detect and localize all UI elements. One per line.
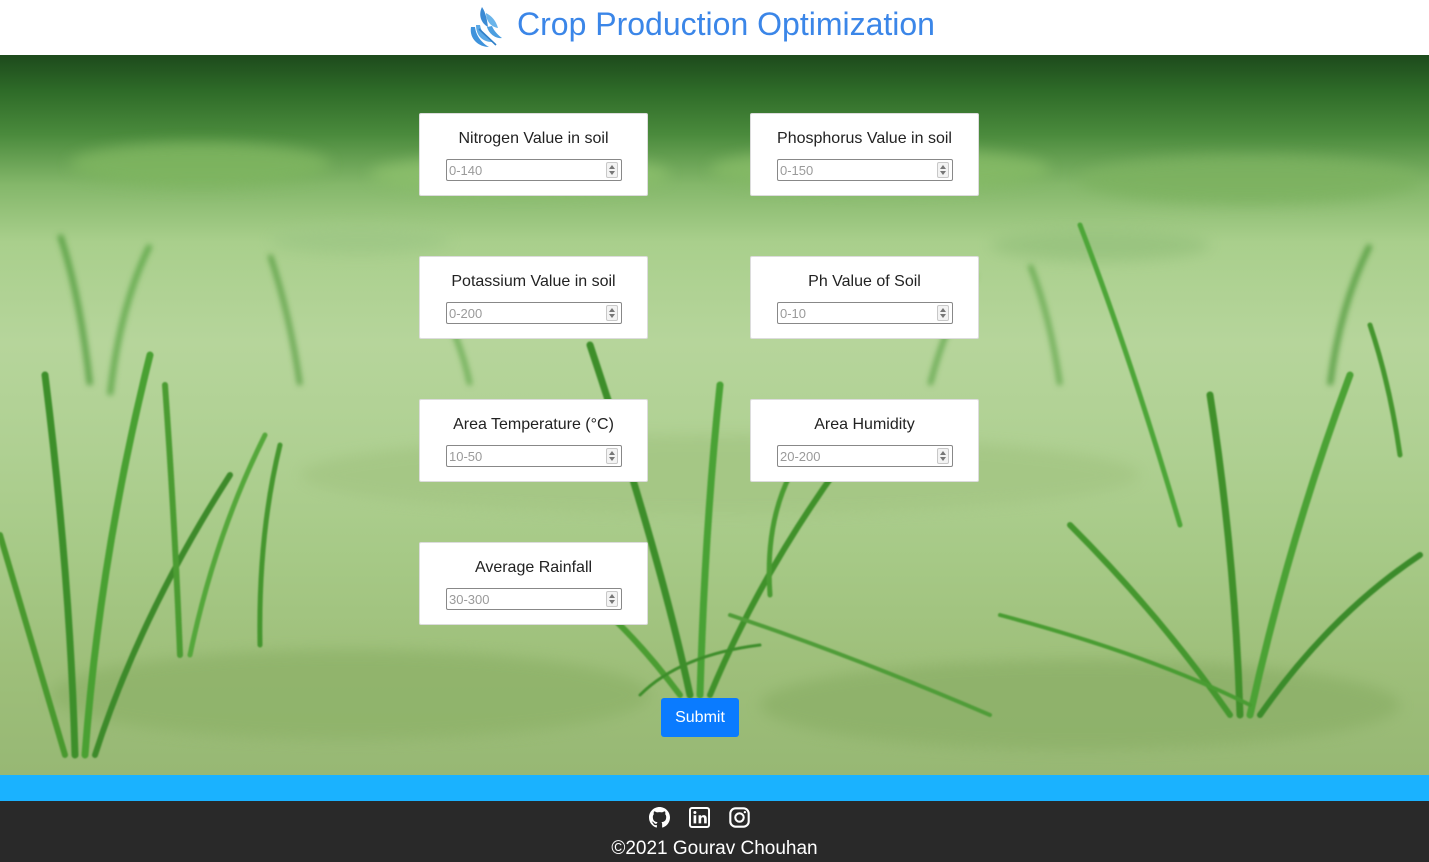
- humidity-input[interactable]: [777, 445, 953, 467]
- linkedin-icon[interactable]: [689, 807, 710, 828]
- rainfall-label: Average Rainfall: [474, 559, 593, 576]
- potassium-label: Potassium Value in soil: [451, 273, 616, 290]
- temperature-label: Area Temperature (°C): [453, 416, 614, 433]
- chevron-up-icon: [609, 594, 615, 598]
- ph-input[interactable]: [777, 302, 953, 324]
- chevron-down-icon: [609, 171, 615, 175]
- rainfall-card: Average Rainfall: [419, 542, 648, 625]
- rainfall-spinner[interactable]: [606, 591, 618, 607]
- chevron-down-icon: [940, 171, 946, 175]
- ph-card: Ph Value of Soil: [750, 256, 979, 339]
- humidity-label: Area Humidity: [814, 416, 915, 433]
- chevron-up-icon: [609, 451, 615, 455]
- chevron-up-icon: [940, 451, 946, 455]
- nitrogen-input[interactable]: [446, 159, 622, 181]
- submit-button[interactable]: Submit: [661, 698, 739, 737]
- chevron-down-icon: [609, 457, 615, 461]
- instagram-icon[interactable]: [729, 807, 750, 828]
- chevron-up-icon: [940, 165, 946, 169]
- chevron-down-icon: [940, 457, 946, 461]
- temperature-input[interactable]: [446, 445, 622, 467]
- nitrogen-label: Nitrogen Value in soil: [458, 130, 609, 147]
- chevron-down-icon: [940, 314, 946, 318]
- potassium-card: Potassium Value in soil: [419, 256, 648, 339]
- header: Crop Production Optimization: [0, 0, 1429, 55]
- humidity-card: Area Humidity: [750, 399, 979, 482]
- temperature-spinner[interactable]: [606, 448, 618, 464]
- phosphorus-input[interactable]: [777, 159, 953, 181]
- chevron-up-icon: [609, 308, 615, 312]
- footer: ©2021 Gourav Chouhan: [0, 801, 1429, 862]
- rainfall-input[interactable]: [446, 588, 622, 610]
- temperature-card: Area Temperature (°C): [419, 399, 648, 482]
- hero-background: Nitrogen Value in soil Phosphorus Value …: [0, 55, 1429, 775]
- chevron-down-icon: [609, 314, 615, 318]
- humidity-spinner[interactable]: [937, 448, 949, 464]
- ph-spinner[interactable]: [937, 305, 949, 321]
- phosphorus-spinner[interactable]: [937, 162, 949, 178]
- app-title: Crop Production Optimization: [517, 6, 935, 42]
- wheat-leaf-logo-icon: [470, 7, 502, 47]
- rice-field-image: [0, 143, 1423, 759]
- nitrogen-card: Nitrogen Value in soil: [419, 113, 648, 196]
- phosphorus-card: Phosphorus Value in soil: [750, 113, 979, 196]
- chevron-up-icon: [609, 165, 615, 169]
- potassium-input[interactable]: [446, 302, 622, 324]
- copyright-text: ©2021 Gourav Chouhan: [611, 838, 818, 859]
- potassium-spinner[interactable]: [606, 305, 618, 321]
- github-icon[interactable]: [649, 807, 670, 828]
- footer-accent-bar: [0, 775, 1429, 801]
- chevron-up-icon: [940, 308, 946, 312]
- nitrogen-spinner[interactable]: [606, 162, 618, 178]
- chevron-down-icon: [609, 600, 615, 604]
- phosphorus-label: Phosphorus Value in soil: [777, 130, 952, 147]
- ph-label: Ph Value of Soil: [808, 273, 921, 290]
